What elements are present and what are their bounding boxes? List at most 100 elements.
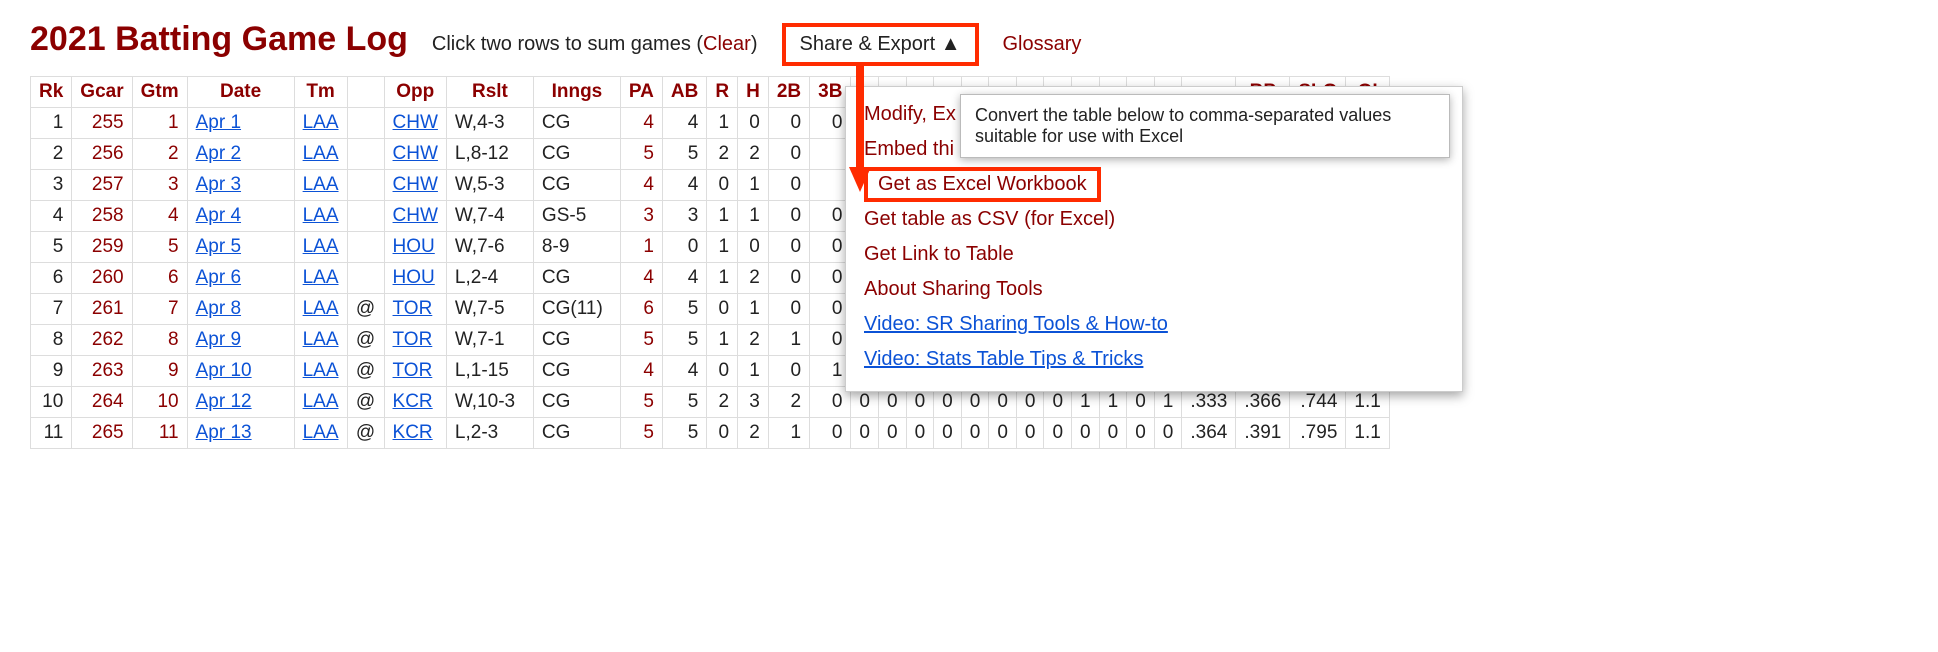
col-2b[interactable]: 2B	[768, 77, 809, 108]
cell: 2	[132, 139, 187, 170]
col-h[interactable]: H	[738, 77, 769, 108]
cell: 9	[132, 356, 187, 387]
cell[interactable]: Apr 1	[187, 108, 294, 139]
col-date[interactable]: Date	[187, 77, 294, 108]
cell: 4	[662, 108, 706, 139]
col-at	[347, 77, 384, 108]
cell[interactable]: Apr 2	[187, 139, 294, 170]
cell: 5	[620, 418, 662, 449]
cell: 0	[738, 108, 769, 139]
cell: 4	[620, 108, 662, 139]
col-inngs[interactable]: Inngs	[533, 77, 620, 108]
menu-about[interactable]: About Sharing Tools	[864, 272, 1444, 307]
cell[interactable]: KCR	[384, 418, 446, 449]
cell: 265	[72, 418, 132, 449]
col-rslt[interactable]: Rslt	[446, 77, 533, 108]
cell[interactable]: CHW	[384, 139, 446, 170]
cell: 4	[132, 201, 187, 232]
cell: GS-5	[533, 201, 620, 232]
cell: 8-9	[533, 232, 620, 263]
cell: 3	[662, 201, 706, 232]
cell[interactable]: HOU	[384, 232, 446, 263]
cell[interactable]: KCR	[384, 387, 446, 418]
menu-get-excel[interactable]: Get as Excel Workbook	[864, 167, 1101, 202]
cell: 1	[768, 325, 809, 356]
cell: W,7-5	[446, 294, 533, 325]
cell[interactable]: Apr 10	[187, 356, 294, 387]
share-export-button[interactable]: Share & Export ▲	[782, 23, 979, 66]
col-gcar[interactable]: Gcar	[72, 77, 132, 108]
cell[interactable]: LAA	[294, 108, 347, 139]
cell: @	[347, 418, 384, 449]
cell[interactable]: CHW	[384, 108, 446, 139]
cell[interactable]: LAA	[294, 325, 347, 356]
col-rk[interactable]: Rk	[31, 77, 72, 108]
cell: 7	[31, 294, 72, 325]
cell[interactable]: Apr 6	[187, 263, 294, 294]
cell[interactable]: LAA	[294, 201, 347, 232]
cell[interactable]: LAA	[294, 232, 347, 263]
cell: 10	[31, 387, 72, 418]
cell: CG	[533, 387, 620, 418]
col-tm[interactable]: Tm	[294, 77, 347, 108]
col-pa[interactable]: PA	[620, 77, 662, 108]
cell[interactable]: LAA	[294, 387, 347, 418]
col-gtm[interactable]: Gtm	[132, 77, 187, 108]
menu-video-tips[interactable]: Video: Stats Table Tips & Tricks	[864, 342, 1444, 377]
menu-get-link[interactable]: Get Link to Table	[864, 237, 1444, 272]
cell[interactable]: Apr 3	[187, 170, 294, 201]
cell: 2	[738, 418, 769, 449]
cell: 2	[738, 325, 769, 356]
cell: 0	[768, 263, 809, 294]
cell[interactable]: CHW	[384, 170, 446, 201]
cell[interactable]: Apr 13	[187, 418, 294, 449]
menu-video-howto[interactable]: Video: SR Sharing Tools & How-to	[864, 307, 1444, 342]
cell: 3	[620, 201, 662, 232]
cell: 8	[132, 325, 187, 356]
cell	[347, 108, 384, 139]
cell[interactable]: TOR	[384, 325, 446, 356]
cell: 6	[620, 294, 662, 325]
cell[interactable]: LAA	[294, 356, 347, 387]
cell: W,7-4	[446, 201, 533, 232]
cell[interactable]: Apr 4	[187, 201, 294, 232]
cell: 1.1	[1346, 418, 1389, 449]
col-r[interactable]: R	[707, 77, 738, 108]
cell[interactable]: HOU	[384, 263, 446, 294]
menu-get-csv[interactable]: Get table as CSV (for Excel)	[864, 202, 1444, 237]
cell: 9	[31, 356, 72, 387]
col-ab[interactable]: AB	[662, 77, 706, 108]
cell: .391	[1236, 418, 1290, 449]
cell[interactable]: LAA	[294, 170, 347, 201]
cell: CG	[533, 170, 620, 201]
cell: 4	[620, 170, 662, 201]
csv-tooltip: Convert the table below to comma-separat…	[960, 94, 1450, 158]
cell: L,1-15	[446, 356, 533, 387]
cell[interactable]: TOR	[384, 294, 446, 325]
cell[interactable]: Apr 12	[187, 387, 294, 418]
col-opp[interactable]: Opp	[384, 77, 446, 108]
glossary-link[interactable]: Glossary	[1003, 33, 1082, 56]
cell: L,2-4	[446, 263, 533, 294]
cell[interactable]: LAA	[294, 418, 347, 449]
cell[interactable]: Apr 5	[187, 232, 294, 263]
cell: @	[347, 387, 384, 418]
cell[interactable]: Apr 9	[187, 325, 294, 356]
cell: 258	[72, 201, 132, 232]
cell[interactable]: LAA	[294, 263, 347, 294]
page-title: 2021 Batting Game Log	[30, 20, 408, 59]
cell[interactable]: CHW	[384, 201, 446, 232]
cell: 0	[906, 418, 934, 449]
cell: 0	[707, 294, 738, 325]
cell[interactable]: LAA	[294, 294, 347, 325]
cell[interactable]: TOR	[384, 356, 446, 387]
cell: W,7-1	[446, 325, 533, 356]
table-row[interactable]: 1126511Apr 13LAA@KCRL,2-3CG5502100000000…	[31, 418, 1390, 449]
clear-link[interactable]: Clear	[703, 33, 751, 55]
cell: 1	[707, 108, 738, 139]
cell[interactable]: LAA	[294, 139, 347, 170]
cell: 0	[851, 418, 879, 449]
cell[interactable]: Apr 8	[187, 294, 294, 325]
cell: 264	[72, 387, 132, 418]
cell: W,10-3	[446, 387, 533, 418]
